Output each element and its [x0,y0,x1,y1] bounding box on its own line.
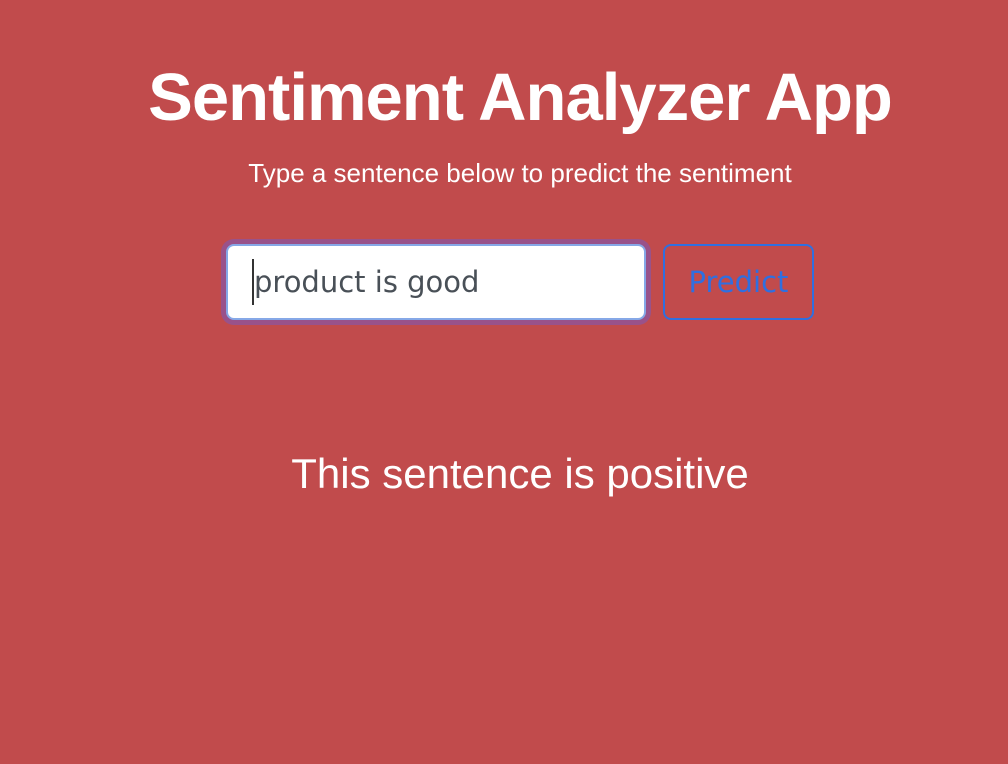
page-title: Sentiment Analyzer App [148,60,893,135]
prediction-result: This sentence is positive [291,450,749,497]
text-caret [252,259,254,305]
sentence-input[interactable] [226,244,646,320]
page-subtitle: Type a sentence below to predict the sen… [248,158,792,188]
predict-button[interactable]: Predict [663,244,814,320]
app-page: Sentiment Analyzer App Type a sentence b… [0,0,1008,764]
